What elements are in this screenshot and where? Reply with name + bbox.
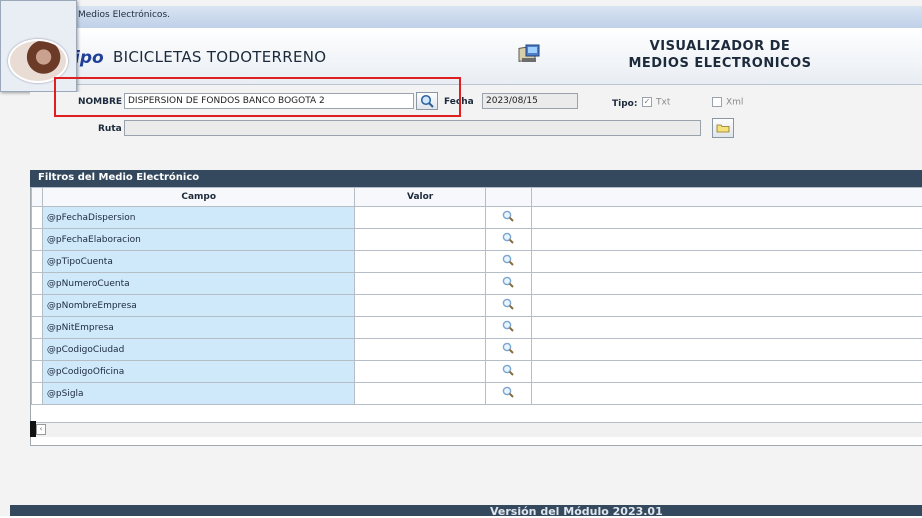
fecha-field[interactable]: 2023/08/15 (482, 93, 578, 109)
row-selector[interactable] (32, 273, 43, 295)
search-icon (500, 275, 516, 289)
txt-label: Txt (656, 98, 670, 108)
module-title-line1: VISUALIZADOR DE (610, 38, 830, 55)
column-header-lookup (485, 188, 531, 207)
table-row[interactable]: @pCodigoOficina (32, 361, 922, 383)
cell-valor[interactable] (355, 383, 485, 405)
cell-filler (531, 383, 922, 405)
xml-check-icon (712, 97, 722, 107)
cell-filler (531, 251, 922, 273)
row-selector[interactable] (32, 229, 43, 251)
cell-valor[interactable] (355, 339, 485, 361)
search-icon (500, 363, 516, 377)
table-row[interactable]: @pFechaElaboracion (32, 229, 922, 251)
column-header-filler (531, 188, 922, 207)
cell-campo: @pFechaElaboracion (42, 229, 355, 251)
row-selector[interactable] (32, 361, 43, 383)
browse-folder-button[interactable] (712, 118, 734, 138)
row-selector[interactable] (32, 339, 43, 361)
tipo-label: Tipo: (612, 99, 637, 109)
lookup-button[interactable] (485, 229, 531, 251)
txt-checkbox[interactable]: ✓ Txt (642, 97, 670, 108)
search-icon (500, 209, 516, 223)
search-icon (500, 341, 516, 355)
row-selector-header (32, 188, 43, 207)
cell-filler (531, 361, 922, 383)
lookup-button[interactable] (485, 361, 531, 383)
row-selector[interactable] (32, 251, 43, 273)
horizontal-scrollbar[interactable] (30, 422, 922, 437)
table-row[interactable]: @pCodigoCiudad (32, 339, 922, 361)
scroll-left-arrow-icon[interactable]: ‹ (36, 424, 46, 435)
ruta-field[interactable] (124, 120, 701, 136)
cell-valor[interactable] (355, 295, 485, 317)
cell-campo: @pCodigoCiudad (42, 339, 355, 361)
cell-filler (531, 229, 922, 251)
lookup-button[interactable] (485, 273, 531, 295)
window-title: Medios Electrónicos. (78, 10, 170, 20)
ruta-label: Ruta (98, 124, 122, 134)
table-row[interactable]: @pNombreEmpresa (32, 295, 922, 317)
cell-valor[interactable] (355, 251, 485, 273)
xml-label: Xml (726, 98, 743, 108)
footer-bar: Versión del Módulo 2023.01 (10, 505, 922, 516)
cell-filler (531, 317, 922, 339)
cell-campo: @pNumeroCuenta (42, 273, 355, 295)
search-icon (500, 231, 516, 245)
lookup-button[interactable] (485, 317, 531, 339)
lookup-button[interactable] (485, 251, 531, 273)
brand-logo: ipo (74, 48, 104, 68)
cell-filler (531, 207, 922, 229)
cell-campo: @pFechaDispersion (42, 207, 355, 229)
table-row[interactable]: @pNitEmpresa (32, 317, 922, 339)
cell-filler (531, 273, 922, 295)
xml-checkbox[interactable]: Xml (712, 97, 743, 108)
table-row[interactable]: @pTipoCuenta (32, 251, 922, 273)
module-title-line2: MEDIOS ELECTRONICOS (610, 55, 830, 72)
folder-icon (713, 119, 733, 137)
cell-campo: @pTipoCuenta (42, 251, 355, 273)
table-header-row: Campo Valor (32, 188, 922, 207)
highlight-box (54, 77, 461, 117)
cell-valor[interactable] (355, 207, 485, 229)
lookup-button[interactable] (485, 339, 531, 361)
cell-filler (531, 339, 922, 361)
column-header-campo[interactable]: Campo (42, 188, 355, 207)
cell-campo: @pCodigoOficina (42, 361, 355, 383)
txt-check-icon: ✓ (642, 97, 652, 107)
lookup-button[interactable] (485, 383, 531, 405)
filters-panel-header: Filtros del Medio Electrónico (30, 170, 922, 187)
company-name: BICICLETAS TODOTERRENO (113, 48, 326, 66)
search-icon (500, 385, 516, 399)
search-icon (500, 319, 516, 333)
row-selector[interactable] (32, 383, 43, 405)
cell-campo: @pNitEmpresa (42, 317, 355, 339)
cell-valor[interactable] (355, 361, 485, 383)
cell-valor[interactable] (355, 273, 485, 295)
cell-valor[interactable] (355, 317, 485, 339)
cell-filler (531, 295, 922, 317)
row-selector[interactable] (32, 317, 43, 339)
cell-valor[interactable] (355, 229, 485, 251)
module-version: Versión del Módulo 2023.01 (490, 505, 663, 518)
row-selector[interactable] (32, 207, 43, 229)
table-row[interactable]: @pNumeroCuenta (32, 273, 922, 295)
filters-grid: Campo Valor @pFechaDispersion@pFechaElab… (30, 187, 922, 446)
cell-campo: @pNombreEmpresa (42, 295, 355, 317)
filters-table: Campo Valor @pFechaDispersion@pFechaElab… (31, 187, 922, 405)
window-titlebar: Medios Electrónicos. (10, 6, 922, 29)
cell-campo: @pSigla (42, 383, 355, 405)
lookup-button[interactable] (485, 295, 531, 317)
table-row[interactable]: @pFechaDispersion (32, 207, 922, 229)
module-icon (516, 40, 544, 68)
table-row[interactable]: @pSigla (32, 383, 922, 405)
filters-panel-title: Filtros del Medio Electrónico (38, 172, 199, 183)
column-header-valor[interactable]: Valor (355, 188, 485, 207)
search-icon (500, 297, 516, 311)
row-selector[interactable] (32, 295, 43, 317)
module-title: VISUALIZADOR DE MEDIOS ELECTRONICOS (610, 38, 830, 72)
lookup-button[interactable] (485, 207, 531, 229)
search-icon (500, 253, 516, 267)
